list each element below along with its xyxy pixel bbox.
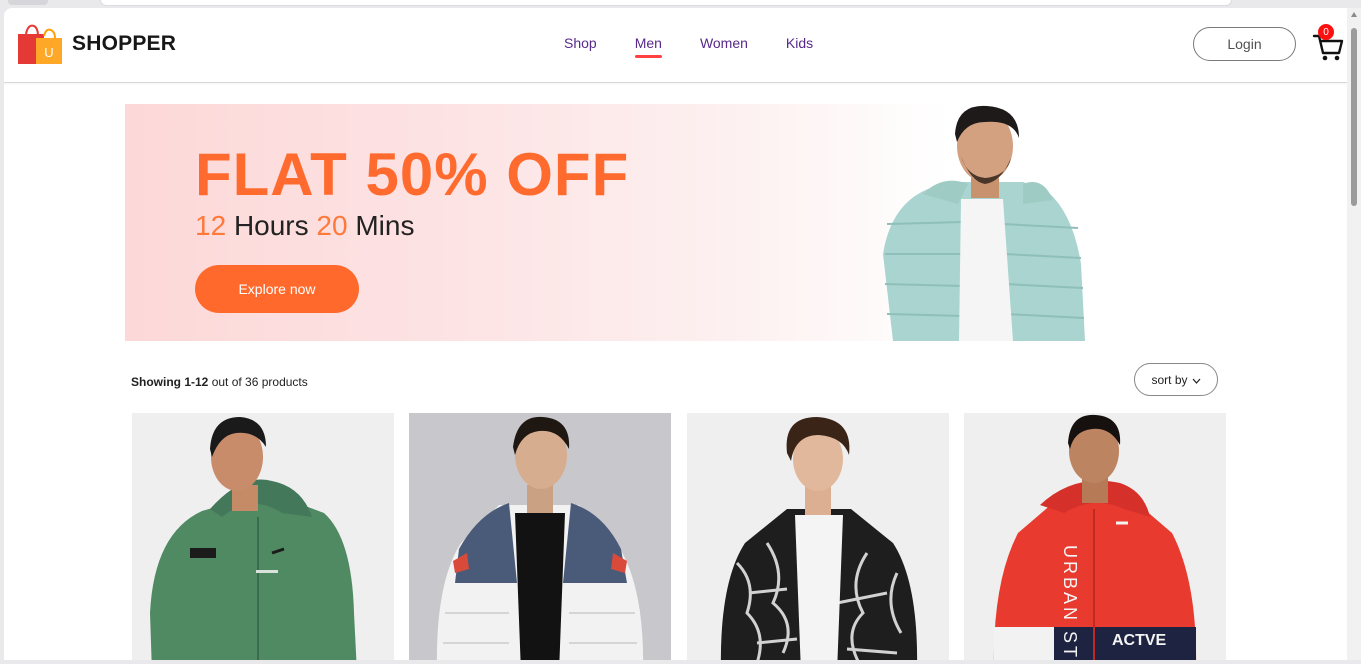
results-count: Showing 1-12 out of 36 products [131, 375, 308, 389]
countdown-mins-value: 20 [316, 210, 348, 241]
nav-item-label: Women [699, 35, 748, 51]
product-image-puffer-jacket [409, 413, 671, 660]
promo-banner: FLAT 50% OFF 12 Hours 20 Mins Explore no… [125, 104, 1223, 341]
product-card[interactable] [409, 413, 671, 660]
brand-name: SHOPPER [72, 32, 177, 55]
browser-tab[interactable] [8, 0, 48, 5]
brand-logo[interactable]: U SHOPPER [16, 22, 176, 66]
svg-text:U: U [44, 45, 53, 60]
sort-label: sort by [1151, 372, 1188, 387]
page-viewport: U SHOPPER Shop Men Women Kids Login 0 FL… [4, 8, 1347, 660]
cart-count-badge: 0 [1318, 24, 1334, 40]
banner-headline: FLAT 50% OFF [195, 141, 630, 208]
banner-countdown: 12 Hours 20 Mins [195, 210, 414, 242]
product-image-red-jacket: URBAN ST ACTVE [964, 413, 1226, 660]
explore-now-button[interactable]: Explore now [195, 265, 359, 313]
scroll-up-arrow-icon[interactable] [1351, 12, 1357, 17]
countdown-hours-value: 12 [195, 210, 227, 241]
product-card[interactable]: URBAN ST ACTVE [964, 413, 1226, 660]
hero-model-image [873, 104, 1088, 341]
product-image-green-jacket [132, 413, 394, 660]
nav-item-label: Shop [564, 35, 597, 51]
nav-item-women[interactable]: Women [700, 35, 748, 51]
nav-item-label: Men [634, 35, 662, 51]
product-image-marble-bomber [687, 413, 949, 660]
product-grid: URBAN ST ACTVE [132, 413, 1228, 660]
login-button[interactable]: Login [1193, 27, 1296, 61]
svg-text:URBAN ST: URBAN ST [1060, 545, 1080, 660]
countdown-hours-label: Hours [233, 210, 309, 241]
active-nav-underline [634, 55, 662, 58]
countdown-mins-label: Mins [355, 210, 415, 241]
navbar: U SHOPPER Shop Men Women Kids Login 0 [4, 8, 1347, 83]
page-scrollbar[interactable] [1347, 8, 1361, 660]
nav-item-kids[interactable]: Kids [786, 35, 813, 51]
nav-item-label: Kids [785, 35, 814, 51]
scroll-thumb[interactable] [1351, 28, 1357, 206]
nav-item-shop[interactable]: Shop [564, 35, 597, 51]
chevron-down-icon [1192, 373, 1201, 387]
browser-address-bar[interactable] [100, 0, 1232, 6]
results-total: out of 36 products [211, 375, 308, 389]
main-nav: Shop Men Women Kids [564, 35, 851, 58]
product-card[interactable] [132, 413, 394, 660]
shopping-bag-logo-icon: U [16, 22, 64, 66]
svg-text:ACTVE: ACTVE [1112, 632, 1167, 649]
product-card[interactable] [687, 413, 949, 660]
nav-item-men[interactable]: Men [634, 35, 662, 58]
sort-by-button[interactable]: sort by [1134, 363, 1218, 396]
results-range: Showing 1-12 [131, 375, 209, 389]
